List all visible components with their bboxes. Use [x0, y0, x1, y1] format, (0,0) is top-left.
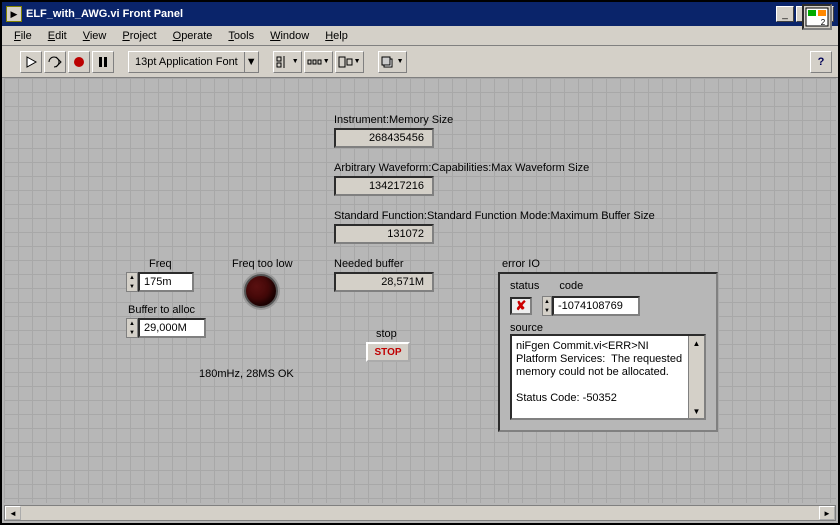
menu-edit[interactable]: Edit	[40, 28, 75, 44]
window-title: ELF_with_AWG.vi Front Panel	[26, 8, 776, 20]
align-button[interactable]: ▼	[273, 51, 302, 73]
resize-button[interactable]: ▼	[335, 51, 364, 73]
front-panel: Instrument:Memory Size 268435456 Arbitra…	[4, 78, 836, 503]
reorder-button[interactable]: ▼	[378, 51, 407, 73]
font-selector[interactable]: 13pt Application Font ▼	[128, 51, 259, 73]
block-diagram-icon[interactable]: 2	[802, 4, 832, 30]
freq-too-low-label: Freq too low	[232, 258, 293, 270]
max-buffer-label: Standard Function:Standard Function Mode…	[334, 210, 655, 222]
status-line: 180mHz, 28MS OK	[199, 368, 294, 380]
freq-label: Freq	[149, 258, 172, 270]
error-source-label: source	[504, 318, 712, 334]
pause-button[interactable]	[92, 51, 114, 73]
scroll-left-icon[interactable]: ◄	[5, 506, 21, 520]
error-source-text[interactable]: niFgen Commit.vi<ERR>NI Platform Service…	[510, 334, 706, 420]
error-code-value[interactable]: -1074108769	[552, 296, 640, 316]
freq-input[interactable]: 175m	[138, 272, 194, 292]
needed-buffer-value: 28,571M	[334, 272, 434, 292]
run-button[interactable]	[20, 51, 42, 73]
freq-too-low-led	[244, 274, 278, 308]
menu-file[interactable]: File	[6, 28, 40, 44]
error-cluster: status code ✘ ▲▼ -1074108769 source niFg…	[498, 272, 718, 432]
error-status-label: status	[510, 280, 539, 292]
window-frame: ▶ ELF_with_AWG.vi Front Panel _ □ ✕ File…	[0, 0, 840, 525]
error-cluster-label: error IO	[502, 258, 540, 270]
menu-help[interactable]: Help	[317, 28, 356, 44]
font-selector-label: 13pt Application Font	[129, 56, 244, 68]
error-source-scrollbar[interactable]: ▲▼	[688, 336, 704, 418]
run-continuous-button[interactable]	[44, 51, 66, 73]
needed-buffer-label: Needed buffer	[334, 258, 404, 270]
stop-button[interactable]: STOP	[366, 342, 410, 362]
help-button[interactable]: ?	[810, 51, 832, 73]
memory-size-value: 268435456	[334, 128, 434, 148]
memory-size-label: Instrument:Memory Size	[334, 114, 453, 126]
abort-button[interactable]	[68, 51, 90, 73]
distribute-button[interactable]: ▼	[304, 51, 333, 73]
titlebar[interactable]: ▶ ELF_with_AWG.vi Front Panel _ □ ✕	[2, 2, 838, 26]
buffer-alloc-label: Buffer to alloc	[128, 304, 195, 316]
stop-label: stop	[376, 328, 397, 340]
menu-bar: File Edit View Project Operate Tools Win…	[2, 26, 838, 46]
buffer-alloc-input[interactable]: 29,000M	[138, 318, 206, 338]
toolbar: 13pt Application Font ▼ ▼ ▼ ▼ ▼ ?	[2, 46, 838, 78]
max-waveform-value: 134217216	[334, 176, 434, 196]
panel-horizontal-scrollbar[interactable]: ◄ ►	[4, 505, 836, 521]
max-buffer-value: 131072	[334, 224, 434, 244]
freq-spinner[interactable]: ▲▼	[126, 272, 138, 292]
minimize-button[interactable]: _	[776, 6, 794, 22]
menu-tools[interactable]: Tools	[220, 28, 262, 44]
menu-window[interactable]: Window	[262, 28, 317, 44]
error-code-spinner[interactable]: ▲▼	[542, 296, 552, 316]
menu-operate[interactable]: Operate	[165, 28, 221, 44]
buffer-alloc-spinner[interactable]: ▲▼	[126, 318, 138, 338]
chevron-down-icon[interactable]: ▼	[244, 52, 258, 72]
app-icon: ▶	[6, 6, 22, 22]
error-code-label: code	[559, 280, 583, 292]
max-waveform-label: Arbitrary Waveform:Capabilities:Max Wave…	[334, 162, 589, 174]
menu-project[interactable]: Project	[114, 28, 164, 44]
scroll-right-icon[interactable]: ►	[819, 506, 835, 520]
svg-text:2: 2	[821, 18, 826, 27]
menu-view[interactable]: View	[75, 28, 115, 44]
error-status-led: ✘	[510, 297, 532, 315]
